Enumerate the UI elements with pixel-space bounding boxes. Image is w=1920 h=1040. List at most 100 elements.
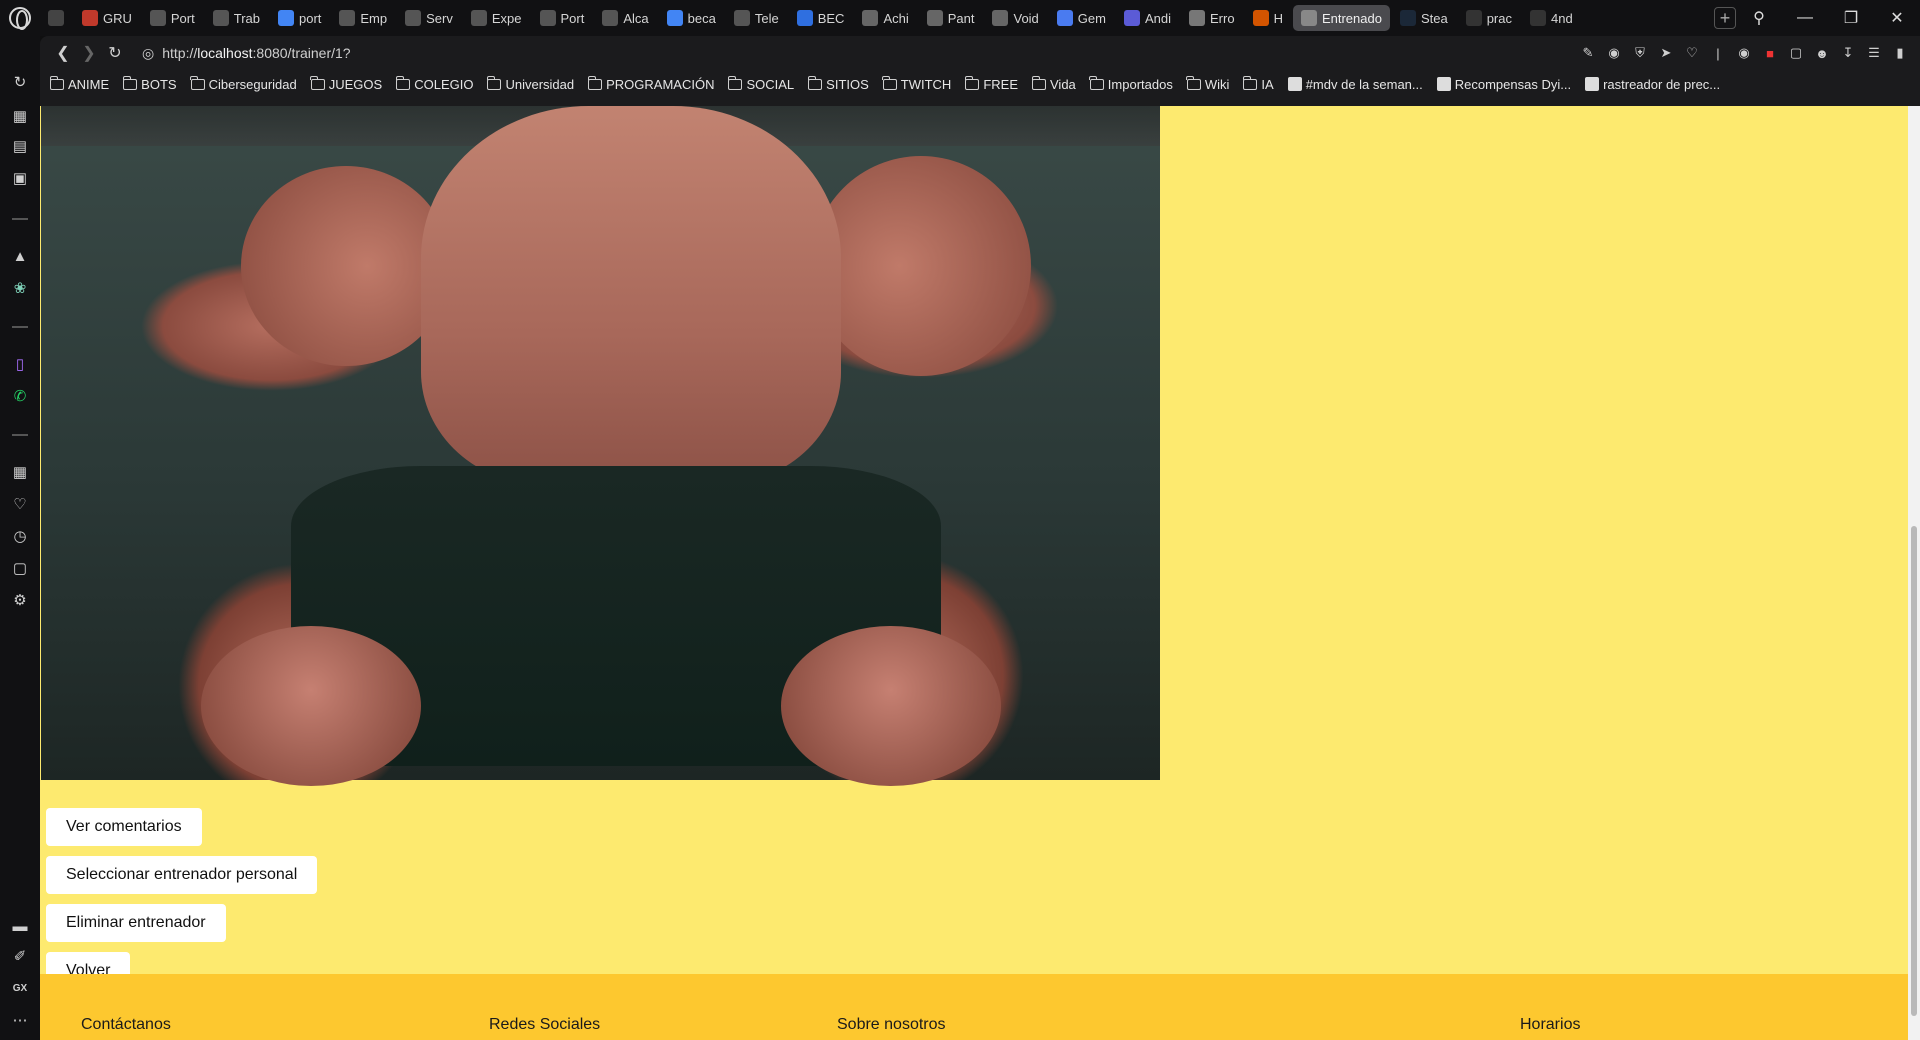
bookmark-10[interactable]: FREE xyxy=(964,75,1018,92)
tab-21[interactable]: Stea xyxy=(1392,5,1456,31)
bookmark-5[interactable]: Universidad xyxy=(486,75,574,92)
gx-label[interactable]: GX xyxy=(10,978,30,998)
bookmark-6[interactable]: PROGRAMACIÓN xyxy=(587,75,714,92)
right-knee-shape xyxy=(781,626,1001,786)
tab-9[interactable]: Alca xyxy=(594,5,656,31)
aria-icon[interactable]: ▲ xyxy=(10,246,30,266)
history-icon[interactable]: ◷ xyxy=(10,526,30,546)
profile-icon[interactable]: ☻ xyxy=(1812,43,1832,63)
tab-6[interactable]: Serv xyxy=(397,5,461,31)
search-tabs-icon[interactable]: ⚲ xyxy=(1736,8,1782,28)
sidebar-toggle-icon[interactable]: ▮ xyxy=(1890,43,1910,63)
address-bar: ❮ ❯ ↻ ◎ http://localhost:8080/trainer/1?… xyxy=(40,36,1920,70)
ver-comentarios-button[interactable]: Ver comentarios xyxy=(46,808,202,846)
reload-button[interactable]: ↻ xyxy=(102,40,128,66)
bookmark-3[interactable]: JUEGOS xyxy=(310,75,382,92)
tab-13[interactable]: Achi xyxy=(854,5,916,31)
tab-12[interactable]: BEC xyxy=(789,5,853,31)
back-button[interactable]: ❮ xyxy=(50,40,76,66)
settings-icon[interactable]: ⚙ xyxy=(10,590,30,610)
tab-0[interactable] xyxy=(40,5,72,31)
gx-control-icon[interactable]: ▤ xyxy=(10,136,30,156)
seleccionar-entrenador-button[interactable]: Seleccionar entrenador personal xyxy=(46,856,318,894)
chatgpt-icon[interactable]: ❀ xyxy=(10,278,30,298)
opera-menu-button[interactable] xyxy=(0,0,40,36)
box-icon[interactable]: ▢ xyxy=(1786,43,1806,63)
cube-icon[interactable]: ▢ xyxy=(10,558,30,578)
bookmark-4[interactable]: COLEGIO xyxy=(395,75,473,92)
refresh-sidebar-icon[interactable]: ↻ xyxy=(10,72,30,92)
menu-icon[interactable]: ☰ xyxy=(1864,43,1884,63)
bookmark-13[interactable]: Wiki xyxy=(1186,75,1229,92)
tab-10[interactable]: beca xyxy=(659,5,724,31)
send-icon[interactable]: ➤ xyxy=(1656,43,1676,63)
tab-20[interactable]: Entrenado xyxy=(1292,5,1390,31)
tab-7[interactable]: Expe xyxy=(463,5,530,31)
tab-22[interactable]: prac xyxy=(1458,5,1520,31)
page-scrollbar[interactable] xyxy=(1908,106,1920,1040)
speed-dial-icon[interactable]: ▦ xyxy=(10,462,30,482)
page-icon xyxy=(1287,77,1302,91)
tab-16[interactable]: Gem xyxy=(1049,5,1114,31)
document-icon xyxy=(212,10,229,26)
new-tab-button[interactable]: + xyxy=(1714,7,1736,29)
heart-icon[interactable]: ♡ xyxy=(1682,43,1702,63)
bookmark-15[interactable]: #mdv de la seman... xyxy=(1287,77,1423,92)
tab-11[interactable]: Tele xyxy=(726,5,787,31)
tab-17[interactable]: Andi xyxy=(1116,5,1179,31)
bookmark-14[interactable]: IA xyxy=(1242,75,1274,92)
bookmark-1[interactable]: BOTS xyxy=(122,75,177,92)
document-icon xyxy=(339,10,356,26)
tab-3[interactable]: Trab xyxy=(205,5,268,31)
github-icon xyxy=(1465,10,1482,26)
bookmark-0[interactable]: ANIME xyxy=(49,75,109,92)
brush-icon[interactable]: ✐ xyxy=(10,946,30,966)
bookmark-9[interactable]: TWITCH xyxy=(882,75,951,92)
bookmark-label: Recompensas Dyi... xyxy=(1454,76,1572,92)
forward-button[interactable]: ❯ xyxy=(76,40,102,66)
eliminar-entrenador-button[interactable]: Eliminar entrenador xyxy=(46,904,226,942)
tab-label: Void xyxy=(1013,10,1039,26)
tab-14[interactable]: Pant xyxy=(919,5,983,31)
whatsapp-icon[interactable]: ✆ xyxy=(10,386,30,406)
download-icon[interactable]: ↧ xyxy=(1838,43,1858,63)
mods-icon[interactable]: ▣ xyxy=(10,168,30,188)
more-icon[interactable]: ⋯ xyxy=(10,1010,30,1030)
twitch-icon[interactable]: ▯ xyxy=(10,354,30,374)
bookmark-17[interactable]: rastreador de prec... xyxy=(1585,77,1720,92)
bookmark-8[interactable]: SITIOS xyxy=(807,75,869,92)
tab-19[interactable]: H xyxy=(1245,5,1291,31)
tab-23[interactable]: 4nd xyxy=(1522,5,1581,31)
left-knee-shape xyxy=(201,626,421,786)
bookmark-12[interactable]: Importados xyxy=(1089,75,1173,92)
restore-button[interactable]: ❐ xyxy=(1828,8,1874,28)
minimize-button[interactable]: — xyxy=(1782,9,1828,27)
tab-1[interactable]: GRU xyxy=(74,5,140,31)
close-window-button[interactable]: ✕ xyxy=(1874,8,1920,28)
bookmark-11[interactable]: Vida xyxy=(1031,75,1076,92)
shield-icon[interactable]: ⛨ xyxy=(1630,43,1650,63)
bookmark-16[interactable]: Recompensas Dyi... xyxy=(1436,76,1572,92)
tab-15[interactable]: Void xyxy=(984,5,1046,31)
tab-5[interactable]: Emp xyxy=(331,5,395,31)
tab-2[interactable]: Port xyxy=(142,5,203,31)
gx-corner-icon[interactable]: ▬ xyxy=(10,916,30,936)
google-icon xyxy=(666,10,683,26)
tab-label: Andi xyxy=(1144,10,1171,26)
edit-icon[interactable]: ✎ xyxy=(1578,43,1598,63)
left-arm-shape xyxy=(241,166,451,366)
ublock-icon[interactable]: ■ xyxy=(1760,43,1780,63)
extension-icon[interactable]: ◉ xyxy=(1734,43,1754,63)
bookmark-7[interactable]: SOCIAL xyxy=(727,75,794,92)
scrollbar-thumb[interactable] xyxy=(1911,526,1917,1016)
bookmark-2[interactable]: Ciberseguridad xyxy=(190,75,297,92)
tab-8[interactable]: Port xyxy=(532,5,593,31)
camera-icon[interactable]: ◉ xyxy=(1604,43,1624,63)
tab-18[interactable]: Erro xyxy=(1181,5,1243,31)
folder-icon xyxy=(807,75,823,90)
tab-label: prac xyxy=(1486,10,1512,26)
tab-4[interactable]: port xyxy=(270,5,329,31)
gx-cleaner-icon[interactable]: ▦ xyxy=(10,106,30,126)
url-field[interactable]: ◎ http://localhost:8080/trainer/1? xyxy=(142,45,351,62)
heart-icon[interactable]: ♡ xyxy=(10,494,30,514)
